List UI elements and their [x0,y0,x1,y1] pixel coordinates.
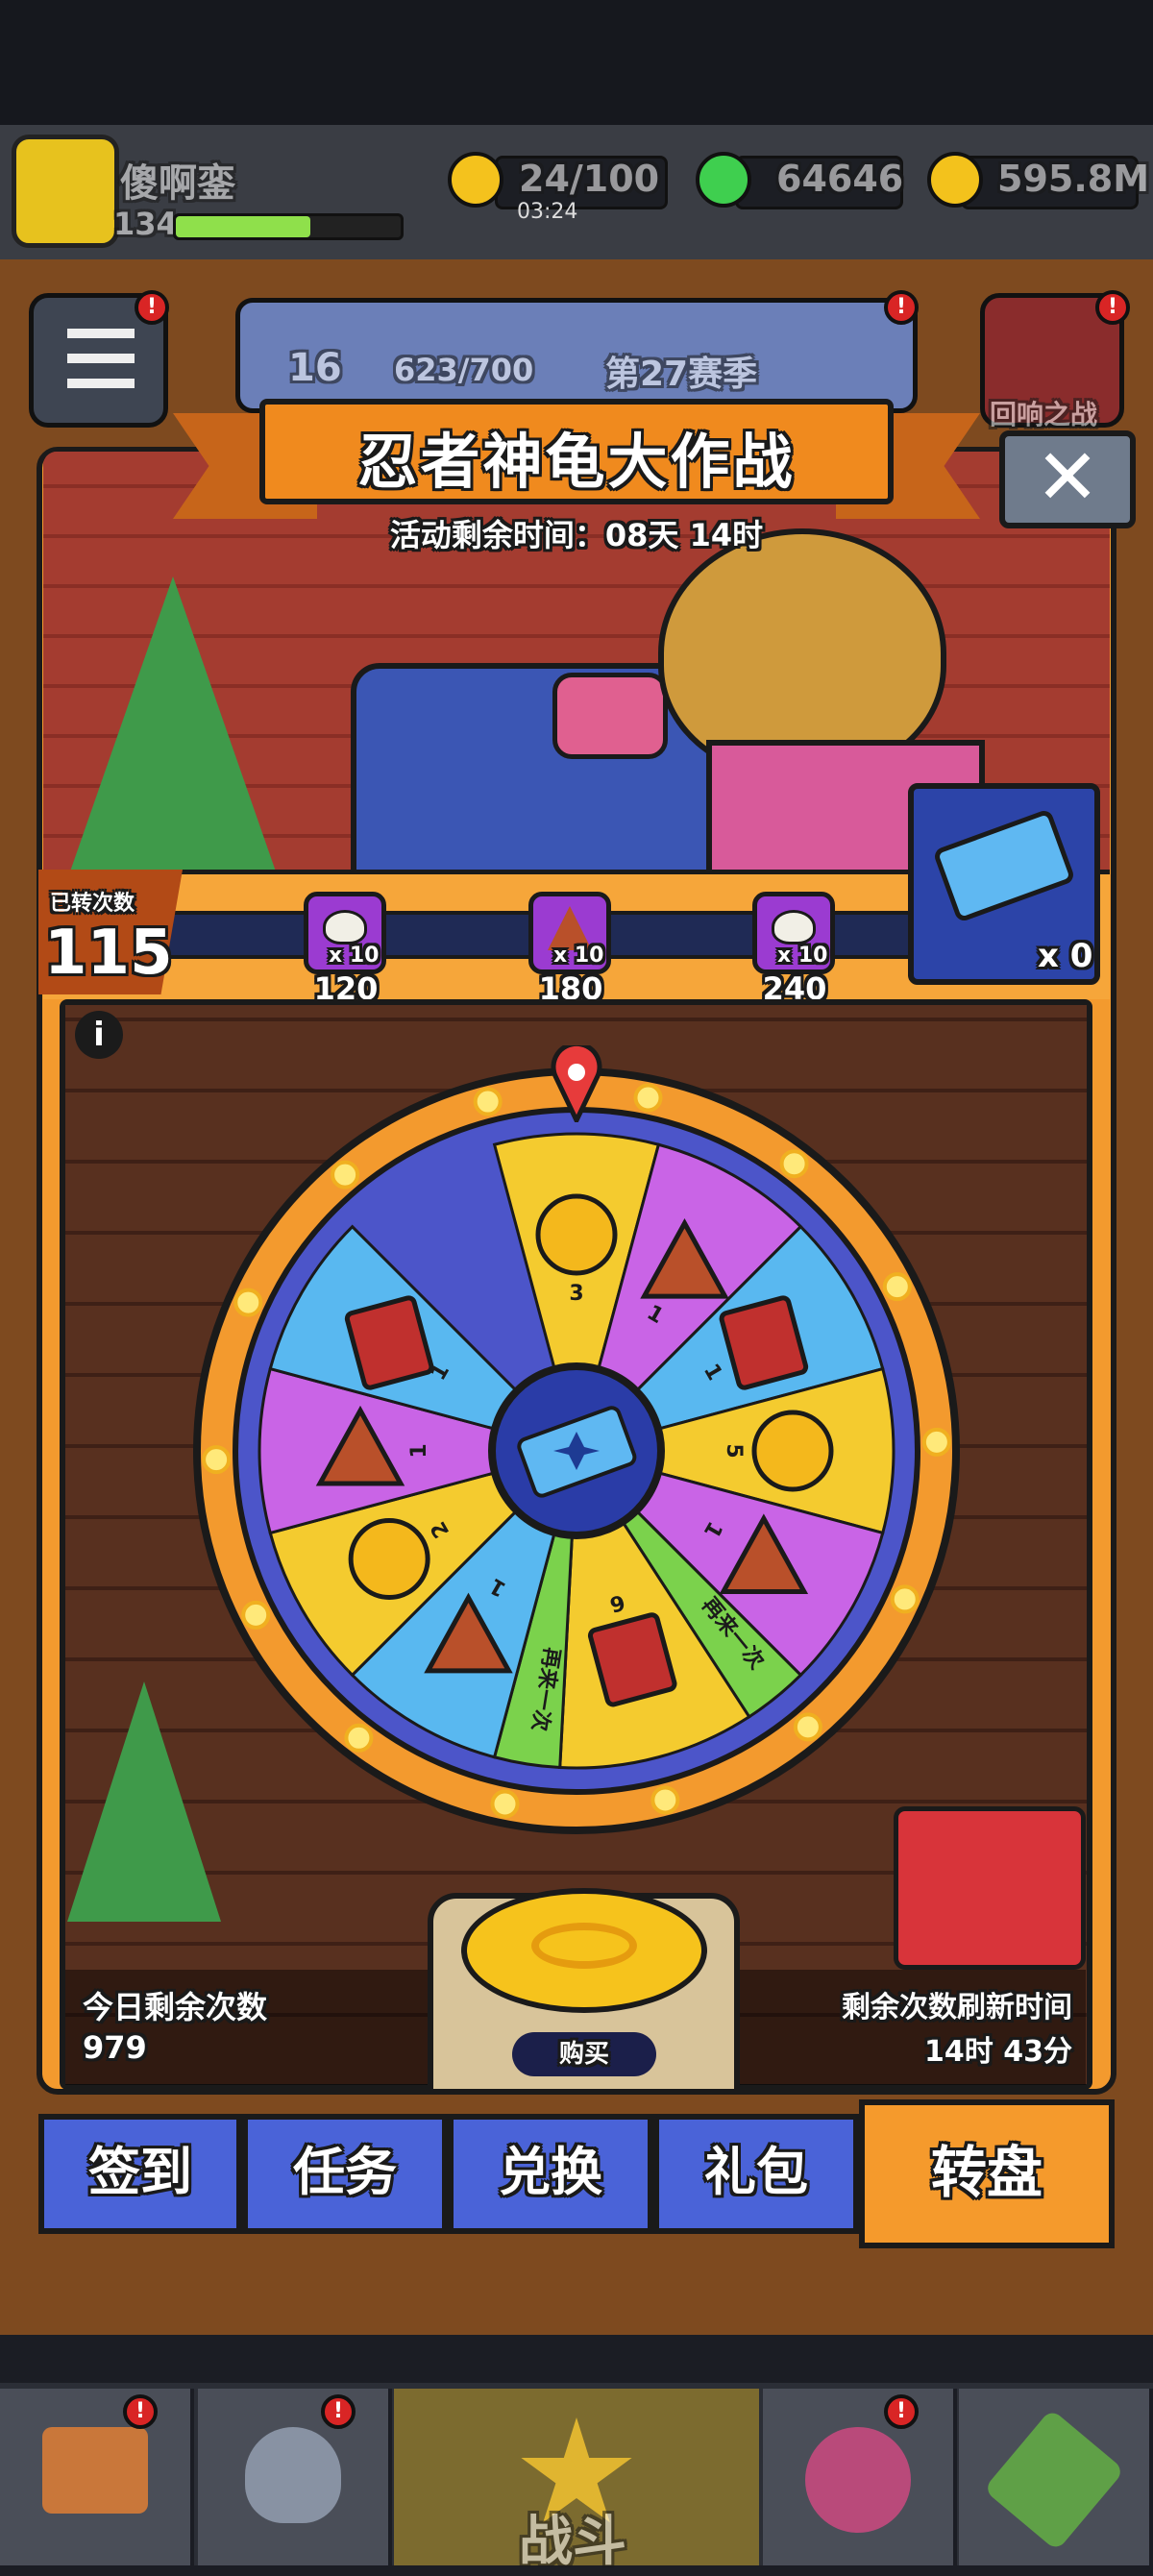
prize-wheel[interactable]: 31151再来一次6再来一次1211 [192,1067,961,1835]
wheel-light [882,1272,912,1302]
tab-exchange[interactable]: 兑换 [448,2114,653,2234]
spun-count-label: 已转次数 [50,892,135,916]
coin-icon [535,1193,618,1276]
wheel-segment-qty: 5 [722,1443,746,1458]
player-level: 134 [113,206,178,242]
refresh-label: 剩余次数刷新时间 [842,1991,1072,2024]
buy-label[interactable]: 购买 [512,2032,656,2076]
wheel-light [921,1427,951,1457]
shop-icon [42,2427,148,2514]
coin-icon [927,152,983,208]
armor-icon [245,2427,341,2523]
status-bar [0,0,1153,125]
ticket-count: x 0 [1038,937,1093,975]
close-button[interactable]: ✕ [999,430,1136,528]
talent-icon [805,2427,911,2533]
season-label: 第27赛季 [605,355,758,394]
event-countdown: 活动剩余时间：08天 14时 [389,517,764,553]
wheel-segment-qty: 3 [569,1282,583,1306]
close-icon: ✕ [1035,432,1100,522]
menu-icon [67,329,135,338]
wheel-light [779,1149,809,1179]
wheel-light [344,1723,374,1753]
tab-checkin[interactable]: 签到 [38,2114,242,2234]
teapot-icon [772,910,816,945]
gift-boot-icon [894,1806,1086,1970]
wheel-light [793,1712,822,1742]
milestone-1-count: x 10 [329,944,380,968]
equip-alert-badge: ! [321,2394,356,2429]
info-icon: i [93,1016,105,1054]
ticket-icon [932,808,1076,923]
coin-icon [348,1518,430,1600]
wheel-light [633,1083,663,1113]
echo-battle-label: 回响之战 [990,399,1098,430]
wheel-pointer-icon [551,1045,602,1122]
coins-value: 595.8M [997,158,1150,200]
nav-talent[interactable] [763,2389,957,2565]
wheel-light [233,1288,263,1317]
nav-equipment[interactable] [198,2389,392,2565]
avatar[interactable] [12,135,119,248]
nav-fight-label: 战斗 [519,2511,626,2573]
player-name: 傻啊銮 [120,161,235,206]
milestone-3-count: x 10 [777,944,828,968]
event-title: 忍者神龟大作战 [357,427,796,497]
wheel-light [650,1785,680,1815]
wheel-light [490,1789,520,1819]
gems-value: 64646 [776,158,904,200]
tab-tasks[interactable]: 任务 [242,2114,448,2234]
shop-alert-badge: ! [123,2394,158,2429]
talent-alert-badge: ! [884,2394,919,2429]
refresh-value: 14时 43分 [924,2035,1072,2069]
dna-icon [983,2408,1125,2552]
wheel-light [202,1445,232,1475]
player-xp-bar [173,213,404,240]
remaining-value: 979 [83,2029,147,2066]
wheel-light [890,1584,920,1614]
teapot-icon [323,910,367,945]
wheel-light [473,1087,503,1116]
nav-shop[interactable] [0,2389,194,2565]
wheel-light [331,1160,360,1190]
spun-count-value: 115 [44,918,173,989]
tab-giftpack[interactable]: 礼包 [653,2114,859,2234]
energy-icon [448,152,503,208]
nav-evolve[interactable] [959,2389,1153,2565]
echo-alert-badge: ! [1095,290,1130,325]
energy-value: 24/100 [519,158,660,200]
wheel-segment-qty: 1 [407,1443,431,1458]
remaining-label: 今日剩余次数 [83,1989,268,2025]
coin-icon [751,1410,834,1492]
gem-icon [696,152,751,208]
wheel-light [241,1600,271,1630]
info-button[interactable]: i [75,1011,123,1059]
power-icon [531,1923,637,1969]
season-alert-badge: ! [884,290,919,325]
season-level: 16 [288,346,342,390]
milestone-2-count: x 10 [553,944,604,968]
pillow-icon [552,673,668,759]
menu-alert-badge: ! [135,290,169,325]
spin-button[interactable] [461,1888,707,2013]
season-xp: 623/700 [394,352,534,388]
tab-wheel[interactable]: 转盘 [859,2099,1115,2248]
energy-timer: 03:24 [517,200,578,224]
